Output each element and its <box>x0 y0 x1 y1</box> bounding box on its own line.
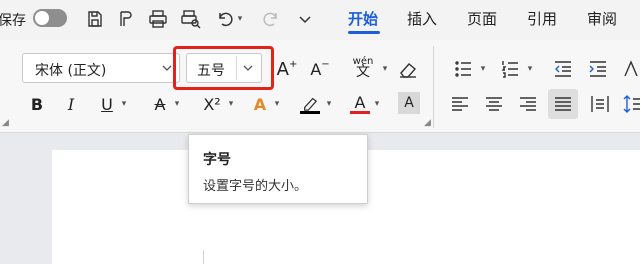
bullets-button[interactable] <box>450 55 478 83</box>
character-shading-button[interactable]: A <box>398 92 420 114</box>
chevron-down-icon <box>161 60 173 79</box>
bullets-dropdown-icon[interactable]: ▾ <box>476 55 488 83</box>
distribute-button[interactable] <box>586 90 614 118</box>
shrink-font-icon: A <box>310 59 322 79</box>
text-effect-dropdown-icon[interactable]: ▾ <box>270 90 282 118</box>
align-left-icon <box>452 97 468 111</box>
autosave-toggle[interactable] <box>33 9 67 27</box>
justify-button[interactable] <box>548 89 578 119</box>
font-color-bar <box>350 110 370 114</box>
line-spacing-button[interactable] <box>618 90 640 118</box>
superscript-icon: X² <box>203 94 221 114</box>
align-left-button[interactable] <box>446 90 474 118</box>
toggle-knob <box>35 11 49 25</box>
increase-indent-button[interactable] <box>584 55 612 83</box>
superscript-dropdown-icon[interactable]: ▾ <box>224 90 236 118</box>
font-color-icon: A <box>354 92 366 112</box>
justify-icon <box>555 97 571 111</box>
font-name-select[interactable]: 宋体 (正文) <box>22 53 180 83</box>
print-preview-icon[interactable] <box>178 6 204 32</box>
indent-icon <box>589 61 606 77</box>
tab-page[interactable]: 页面 <box>467 8 497 34</box>
align-center-button[interactable] <box>480 90 508 118</box>
paragraph-group-launcher-icon[interactable]: ◢ <box>424 118 431 128</box>
font-color-dropdown-icon[interactable]: ▾ <box>370 90 382 118</box>
phonetic-char: 文 <box>356 64 370 80</box>
italic-icon: I <box>67 94 75 114</box>
font-group-launcher-icon[interactable]: ◢ <box>2 118 9 128</box>
italic-button[interactable]: I <box>57 90 85 118</box>
align-center-icon <box>486 97 502 111</box>
tab-insert[interactable]: 插入 <box>407 8 437 34</box>
shrink-font-button[interactable]: A − <box>306 55 334 83</box>
text-cursor <box>203 250 204 264</box>
numbering-dropdown-icon[interactable]: ▾ <box>523 55 535 83</box>
font-size-tooltip: 字号 设置字号的大小。 <box>188 134 368 204</box>
save-icon[interactable] <box>82 6 108 32</box>
line-spacing-icon <box>623 95 640 113</box>
ribbon-group-divider <box>433 46 434 128</box>
bold-button[interactable]: B <box>23 90 51 118</box>
underline-icon: U <box>101 94 113 114</box>
highlighter-icon <box>304 97 318 111</box>
format-painter-icon[interactable] <box>112 6 138 32</box>
active-tab-underline <box>348 31 380 34</box>
redo-icon[interactable] <box>258 6 284 32</box>
tab-references[interactable]: 引用 <box>527 8 557 34</box>
text-direction-icon <box>624 60 638 77</box>
tab-review[interactable]: 审阅 <box>587 8 617 34</box>
bullet-list-icon <box>455 61 471 77</box>
numbered-list-icon <box>501 61 518 78</box>
highlight-color-bar <box>300 110 320 114</box>
grow-font-icon: A <box>276 58 289 80</box>
highlight-button[interactable] <box>296 90 324 118</box>
align-right-button[interactable] <box>514 90 542 118</box>
numbering-button[interactable] <box>497 55 525 83</box>
more-chevron-icon[interactable] <box>292 6 318 32</box>
tooltip-description: 设置字号的大小。 <box>203 179 308 194</box>
text-direction-button[interactable] <box>618 55 640 83</box>
autosave-label: 保存 <box>0 13 26 29</box>
grow-font-button[interactable]: A + <box>273 55 301 83</box>
bold-icon: B <box>30 94 44 114</box>
undo-dropdown-icon[interactable]: ▾ <box>232 6 246 32</box>
annotation-highlight-box <box>173 46 274 90</box>
underline-dropdown-icon[interactable]: ▾ <box>117 90 129 118</box>
strikethrough-icon: A <box>154 94 166 114</box>
phonetic-dropdown-icon[interactable]: ▾ <box>378 55 390 83</box>
align-right-icon <box>520 97 536 111</box>
tooltip-title: 字号 <box>203 152 231 168</box>
print-icon[interactable] <box>145 6 171 32</box>
text-effect-icon: A <box>253 94 267 114</box>
phonetic-guide-button[interactable]: wén 文 <box>345 53 381 81</box>
highlight-dropdown-icon[interactable]: ▾ <box>322 90 334 118</box>
eraser-icon <box>400 63 416 78</box>
decrease-indent-button[interactable] <box>549 55 577 83</box>
distribute-icon <box>591 96 609 112</box>
strikethrough-dropdown-icon[interactable]: ▾ <box>170 90 182 118</box>
char-shading-icon: A <box>404 95 414 111</box>
outdent-icon <box>555 61 571 77</box>
font-name-value: 宋体 (正文) <box>35 63 107 79</box>
clear-format-button[interactable] <box>394 55 422 83</box>
